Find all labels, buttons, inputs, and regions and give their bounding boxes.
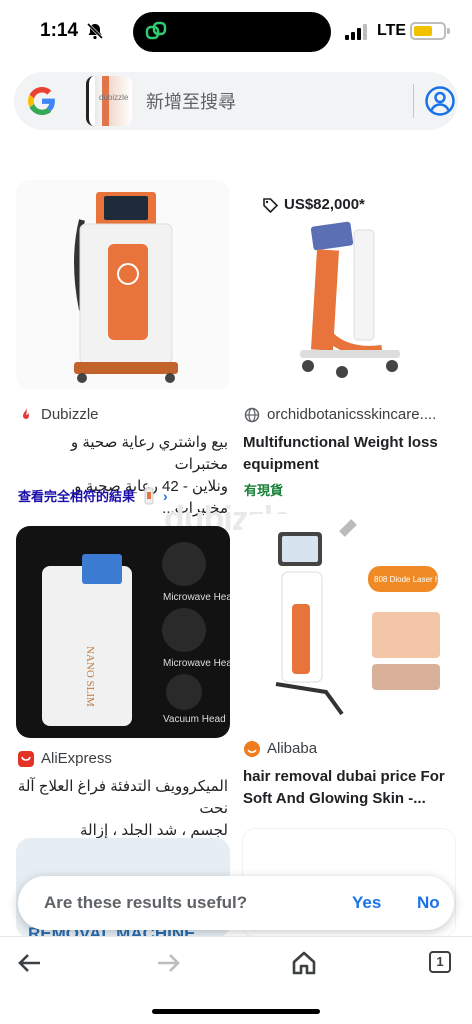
price-value: US$82,000*: [284, 196, 365, 213]
forward-icon[interactable]: [154, 949, 182, 977]
search-bar[interactable]: dubizzle 新增至搜尋: [14, 72, 458, 130]
battery-level: [414, 26, 432, 36]
result-title-4[interactable]: hair removal dubai price For Soft And Gl…: [243, 766, 457, 810]
stock-status: 有現貨: [244, 483, 284, 498]
status-bar: 1:14 LTE: [0, 0, 472, 64]
feedback-no-button[interactable]: No: [417, 893, 440, 913]
source-name: orchidbotanicsskincare....: [267, 406, 437, 423]
clock: 1:14: [40, 20, 79, 41]
alibaba-icon: [244, 740, 260, 757]
source-name: AliExpress: [41, 750, 112, 767]
signal-icon: [345, 24, 367, 40]
result-source-1[interactable]: Dubizzle: [18, 406, 99, 423]
title-line: بيع واشتري رعاية صحية و مختبرات: [70, 434, 228, 473]
link-icon: [145, 21, 167, 40]
home-indicator: [152, 1009, 320, 1014]
source-name: Alibaba: [267, 740, 318, 757]
machine-illustration: NANO SLIM Microwave Head Microwave Head …: [42, 542, 230, 726]
battery-cap: [447, 28, 450, 34]
feedback-yes-button[interactable]: Yes: [352, 893, 381, 913]
result-image-3[interactable]: NANO SLIM Microwave Head Microwave Head …: [16, 526, 230, 738]
brand-label: NANO SLIM: [84, 646, 96, 707]
head-label: Microwave Head: [163, 592, 230, 603]
feedback-prompt: Are these results useful? Yes No: [18, 876, 454, 930]
price-tag: US$82,000*: [262, 196, 365, 213]
result-source-3[interactable]: AliExpress: [18, 750, 112, 767]
head-label: Microwave Head: [163, 658, 230, 669]
source-name: Dubizzle: [41, 406, 99, 423]
result-title-2[interactable]: Multifunctional Weight loss equipment: [243, 432, 457, 476]
search-image-thumbnail[interactable]: dubizzle: [86, 76, 132, 126]
head-label: Vacuum Head: [163, 714, 226, 725]
badge-label: 808 Diode Laser Hair Removal: [374, 575, 456, 584]
battery-icon: [410, 22, 446, 40]
home-icon[interactable]: [290, 949, 318, 977]
network-type: LTE: [377, 22, 407, 39]
bell-muted-icon: [86, 22, 104, 40]
result-source-2[interactable]: orchidbotanicsskincare....: [244, 406, 436, 423]
result-image-1[interactable]: [16, 180, 230, 390]
tag-icon: [263, 197, 278, 213]
exact-match-link[interactable]: 查看完全相符的結果 ›: [18, 486, 168, 505]
machine-illustration: 808 Diode Laser Hair Removal: [275, 519, 456, 716]
result-image-4[interactable]: 808 Diode Laser Hair Removal: [242, 514, 456, 724]
small-machine-icon: [144, 487, 154, 504]
dynamic-island: [133, 12, 331, 52]
flame-icon: [23, 407, 29, 419]
back-icon[interactable]: [16, 949, 44, 977]
globe-icon: [244, 407, 260, 422]
aliexpress-icon: [18, 750, 34, 767]
feedback-question: Are these results useful?: [44, 893, 248, 912]
search-divider: [413, 84, 414, 118]
google-logo-icon: [28, 87, 55, 115]
exact-match-label: 查看完全相符的結果: [18, 489, 136, 504]
thumbnail-text: dubizzle: [99, 93, 129, 102]
title-line: الميكروويف التدفئة فراغ العلاج آلة نحت: [17, 778, 228, 817]
search-placeholder[interactable]: 新增至搜尋: [146, 88, 236, 114]
machine-illustration: [74, 192, 178, 383]
result-source-4[interactable]: Alibaba: [244, 740, 317, 757]
tabs-icon[interactable]: 1: [429, 951, 451, 973]
account-icon[interactable]: [424, 85, 456, 117]
